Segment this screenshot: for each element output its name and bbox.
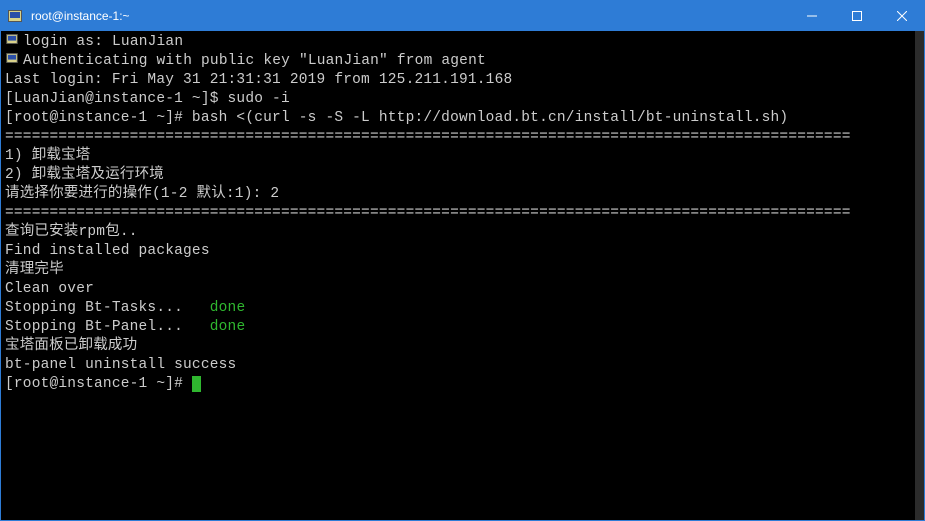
terminal-line: 1) 卸载宝塔 — [5, 147, 911, 166]
terminal-line: ========================================… — [5, 128, 911, 147]
terminal-line: 2) 卸载宝塔及运行环境 — [5, 166, 911, 185]
terminal-line: ========================================… — [5, 204, 911, 223]
terminal-line: bt-panel uninstall success — [5, 356, 911, 375]
window-title: root@instance-1:~ — [29, 9, 789, 23]
terminal-line: Stopping Bt-Tasks... done — [5, 299, 911, 318]
status-done: done — [210, 319, 246, 335]
scrollbar[interactable] — [915, 31, 924, 520]
close-button[interactable] — [879, 1, 924, 31]
terminal-line: [root@instance-1 ~]# — [5, 375, 911, 394]
terminal-line: login as: LuanJian — [5, 33, 911, 52]
terminal-line: 宝塔面板已卸载成功 — [5, 337, 911, 356]
terminal-line: Clean over — [5, 280, 911, 299]
terminal-line: [root@instance-1 ~]# bash <(curl -s -S -… — [5, 109, 911, 128]
terminal-output[interactable]: login as: LuanJianAuthenticating with pu… — [1, 31, 915, 520]
maximize-button[interactable] — [834, 1, 879, 31]
terminal-line: 清理完毕 — [5, 261, 911, 280]
minimize-button[interactable] — [789, 1, 834, 31]
terminal-line: 请选择你要进行的操作(1-2 默认:1): 2 — [5, 185, 911, 204]
cursor — [192, 376, 201, 392]
terminal-line: Last login: Fri May 31 21:31:31 2019 fro… — [5, 71, 911, 90]
terminal-line: [LuanJian@instance-1 ~]$ sudo -i — [5, 90, 911, 109]
titlebar[interactable]: root@instance-1:~ — [1, 1, 924, 31]
putty-icon — [7, 8, 23, 24]
putty-line-icon — [5, 52, 23, 71]
window-controls — [789, 1, 924, 31]
terminal-line: Find installed packages — [5, 242, 911, 261]
status-done: done — [210, 300, 246, 316]
terminal-line: 查询已安装rpm包.. — [5, 223, 911, 242]
terminal-line: Stopping Bt-Panel... done — [5, 318, 911, 337]
terminal-window: root@instance-1:~ login as: LuanJianAuth… — [0, 0, 925, 521]
terminal-line: Authenticating with public key "LuanJian… — [5, 52, 911, 71]
putty-line-icon — [5, 33, 23, 52]
